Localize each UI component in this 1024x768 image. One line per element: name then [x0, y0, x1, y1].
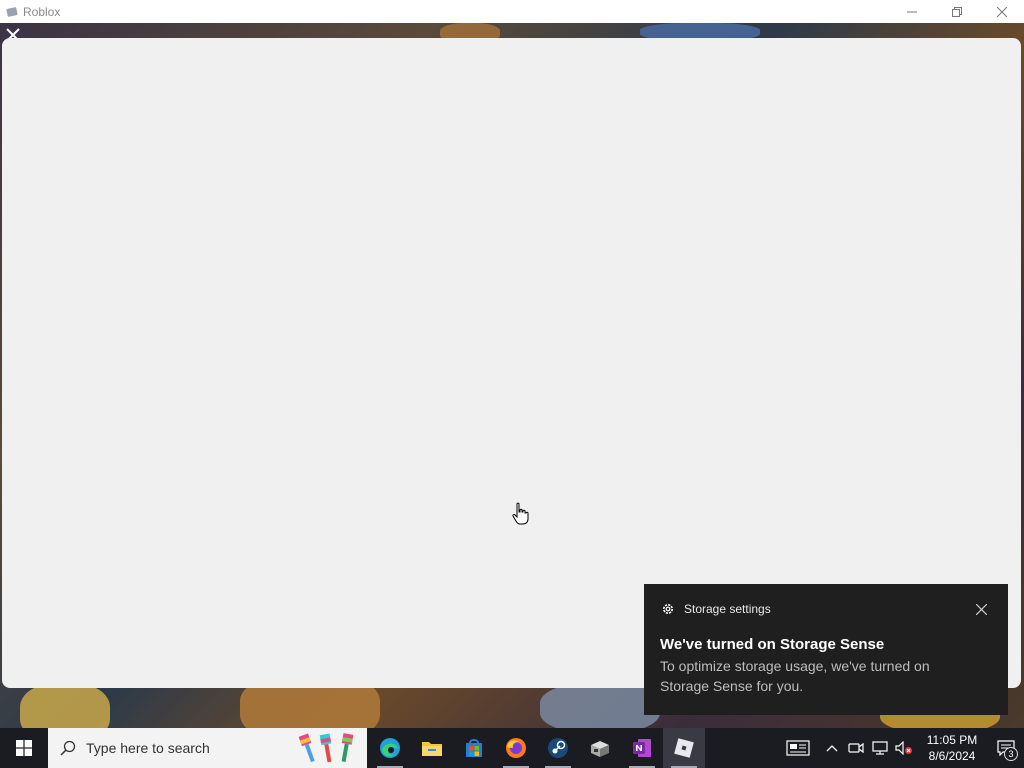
system-clock[interactable]: 11:05 PM 8/6/2024	[924, 728, 980, 768]
file-explorer-icon	[422, 742, 442, 756]
close-icon	[996, 6, 1007, 17]
taskbar: Type here to search 11:05 PM 8/6/2024 3	[0, 728, 1024, 768]
taskbar-steam[interactable]	[537, 728, 579, 768]
taskbar-onenote[interactable]	[621, 728, 663, 768]
show-hidden-icons-button[interactable]	[820, 728, 844, 768]
search-icon	[60, 740, 76, 756]
app-box-icon	[591, 741, 609, 757]
taskbar-edge[interactable]	[369, 728, 411, 768]
network-button[interactable]	[868, 728, 892, 768]
close-window-button[interactable]	[979, 0, 1024, 23]
toast-body: To optimize storage usage, we've turned …	[660, 658, 930, 694]
action-center-button[interactable]: 3	[988, 728, 1024, 768]
taskbar-microsoft-store[interactable]	[453, 728, 495, 768]
chevron-up-icon	[826, 745, 838, 752]
storage-sense-toast[interactable]: Storage settings We've turned on Storage…	[644, 584, 1008, 715]
hand-cursor-icon	[512, 502, 529, 525]
search-placeholder: Type here to search	[86, 740, 210, 756]
taskbar-roblox[interactable]	[663, 728, 705, 768]
microsoft-store-icon	[466, 739, 482, 757]
toast-close-button[interactable]	[974, 602, 988, 616]
paint-brushes-icon	[298, 733, 354, 763]
network-icon	[872, 741, 888, 755]
restore-button[interactable]	[934, 0, 979, 23]
clock-date: 8/6/2024	[928, 749, 976, 763]
firefox-icon	[506, 738, 526, 758]
minimize-icon	[906, 11, 917, 12]
meet-now-button[interactable]	[844, 728, 868, 768]
minimize-button[interactable]	[889, 0, 934, 23]
taskbar-firefox[interactable]	[495, 728, 537, 768]
window-titlebar[interactable]: Roblox	[0, 0, 1024, 23]
edge-icon	[380, 738, 400, 758]
toast-app-name: Storage settings	[684, 602, 771, 616]
steam-icon	[548, 738, 568, 758]
roblox-icon	[674, 738, 694, 758]
taskbar-file-explorer[interactable]	[411, 728, 453, 768]
start-button[interactable]	[0, 728, 48, 768]
notification-count-badge: 3	[1004, 747, 1018, 761]
camera-icon	[848, 742, 864, 754]
news-widget-button[interactable]	[776, 728, 820, 768]
window-title: Roblox	[23, 4, 61, 19]
search-box[interactable]: Type here to search	[48, 728, 367, 768]
restore-icon	[951, 6, 962, 17]
roblox-app-icon	[4, 4, 20, 20]
toast-title: We've turned on Storage Sense	[660, 636, 885, 653]
volume-button[interactable]	[892, 728, 916, 768]
close-icon	[975, 603, 987, 615]
onenote-icon	[633, 739, 651, 757]
news-icon	[786, 740, 810, 756]
windows-logo-icon	[16, 740, 32, 756]
volume-muted-icon	[895, 741, 912, 755]
taskbar-app-box[interactable]	[579, 728, 621, 768]
gear-icon	[660, 601, 676, 617]
clock-time: 11:05 PM	[926, 733, 978, 747]
